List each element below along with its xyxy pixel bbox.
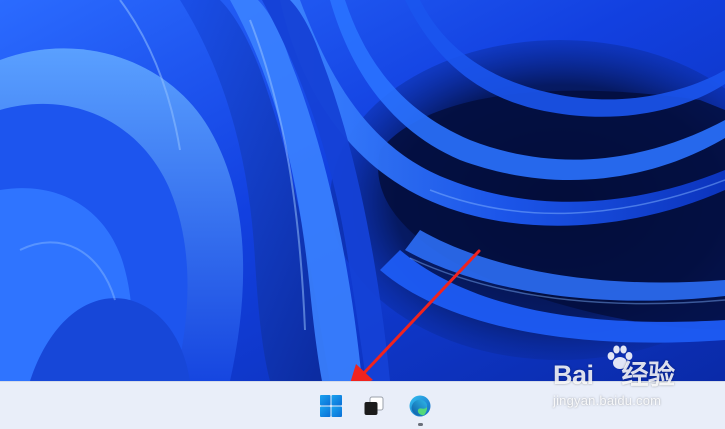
task-view-icon <box>364 396 384 415</box>
desktop-wallpaper <box>0 0 725 381</box>
running-indicator <box>418 423 423 426</box>
watermark-logo-suffix: 经验 <box>621 360 676 390</box>
watermark-logo-text: Bai <box>553 360 594 390</box>
edge-button[interactable] <box>403 389 437 426</box>
baidu-jingyan-watermark: Bai 经验 jingyan.baidu.com <box>553 344 713 414</box>
windows-logo-icon <box>320 395 342 417</box>
watermark-logo: Bai 经验 <box>553 360 675 390</box>
edge-icon <box>409 395 431 417</box>
task-view-button[interactable] <box>357 389 391 423</box>
desktop: Bai 经验 jingyan.baidu.com <box>0 0 725 429</box>
start-button[interactable] <box>314 389 348 423</box>
watermark-url: jingyan.baidu.com <box>553 393 662 408</box>
